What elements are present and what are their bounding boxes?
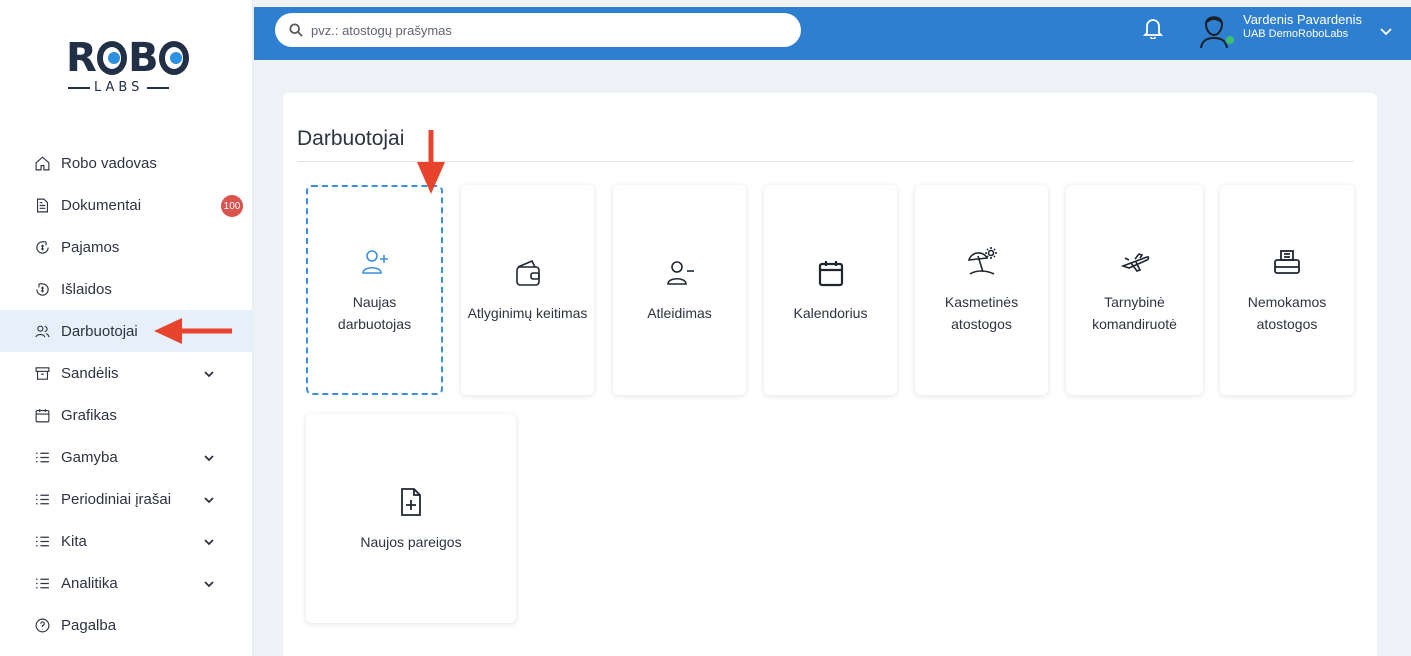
sidebar-item-label: Robo vadovas xyxy=(61,154,157,172)
tile-label: Kasmetinės atostogos xyxy=(944,294,1019,332)
annotation-arrow-left xyxy=(154,318,232,344)
user-name[interactable]: Vardenis Pavardenis xyxy=(1243,12,1362,27)
top-bar: Vardenis Pavardenis UAB DemoRoboLabs xyxy=(254,0,1411,60)
page-title: Darbuotojai xyxy=(297,127,405,150)
list-icon xyxy=(33,532,51,550)
tile-label: Nemokamos atostogos xyxy=(1247,294,1327,332)
calendar-icon xyxy=(814,256,848,290)
search-box[interactable] xyxy=(275,13,801,47)
beach-umbrella-icon xyxy=(965,245,999,279)
sidebar-nav: Robo vadovas Dokumentai 100 Pajamos Išla… xyxy=(0,142,253,646)
chevron-down-icon[interactable] xyxy=(203,451,215,463)
user-company[interactable]: UAB DemoRoboLabs xyxy=(1243,28,1348,41)
home-icon xyxy=(33,154,51,172)
sidebar-item-label: Grafikas xyxy=(61,406,117,424)
user-plus-icon xyxy=(358,245,392,279)
tile-unpaid-leave[interactable]: Nemokamos atostogos xyxy=(1220,185,1354,395)
search-icon xyxy=(289,23,303,37)
tile-label: Atleidimas xyxy=(647,305,712,321)
sidebar-item-analitika[interactable]: Analitika xyxy=(0,562,253,604)
expenses-icon xyxy=(33,280,51,298)
tile-label: Tarnybinė komandiruotė xyxy=(1092,294,1177,332)
sidebar-item-label: Kita xyxy=(61,532,87,550)
list-icon xyxy=(33,574,51,592)
tile-calendar[interactable]: Kalendorius xyxy=(764,185,897,395)
online-status-indicator xyxy=(1225,35,1235,45)
chevron-down-icon[interactable] xyxy=(203,577,215,589)
user-minus-icon xyxy=(663,256,697,290)
sidebar: RB LABS Robo vadovas Dokumentai 100 Paja… xyxy=(0,0,253,656)
sidebar-item-label: Sandėlis xyxy=(61,364,119,382)
annotation-arrow-down xyxy=(417,130,445,194)
sidebar-item-label: Darbuotojai xyxy=(61,322,138,340)
sidebar-item-dokumentai[interactable]: Dokumentai 100 xyxy=(0,184,253,226)
sidebar-item-periodiniai-irasai[interactable]: Periodiniai įrašai xyxy=(0,478,253,520)
sidebar-item-label: Dokumentai xyxy=(61,196,142,214)
income-icon xyxy=(33,238,51,256)
sidebar-item-sandelis[interactable]: Sandėlis xyxy=(0,352,253,394)
sidebar-item-pajamos[interactable]: Pajamos xyxy=(0,226,253,268)
tile-new-position[interactable]: Naujos pareigos xyxy=(306,414,516,623)
robo-labs-logo[interactable]: RB LABS xyxy=(66,38,190,100)
chevron-down-icon[interactable] xyxy=(203,493,215,505)
sidebar-item-label: Periodiniai įrašai xyxy=(61,490,172,508)
sidebar-item-label: Pajamos xyxy=(61,238,120,256)
user-avatar[interactable] xyxy=(1197,10,1231,50)
tile-label: Kalendorius xyxy=(793,305,868,321)
file-plus-icon xyxy=(394,485,428,519)
sidebar-item-label: Išlaidos xyxy=(61,280,112,298)
sidebar-item-kita[interactable]: Kita xyxy=(0,520,253,562)
chevron-down-icon[interactable] xyxy=(203,367,215,379)
wallet-icon xyxy=(511,256,545,290)
tile-salary-change[interactable]: Atlyginimų keitimas xyxy=(461,185,594,395)
chevron-down-icon[interactable] xyxy=(203,535,215,547)
sidebar-item-islaidos[interactable]: Išlaidos xyxy=(0,268,253,310)
sidebar-item-grafikas[interactable]: Grafikas xyxy=(0,394,253,436)
sidebar-item-robo-vadovas[interactable]: Robo vadovas xyxy=(0,142,253,184)
sidebar-item-label: Analitika xyxy=(61,574,118,592)
documents-count-badge: 100 xyxy=(221,195,243,217)
warehouse-icon xyxy=(33,364,51,382)
tile-business-trip[interactable]: Tarnybinė komandiruotė xyxy=(1066,185,1203,395)
sidebar-item-gamyba[interactable]: Gamyba xyxy=(0,436,253,478)
tile-new-employee[interactable]: Naujas darbuotojas xyxy=(306,185,443,395)
sidebar-item-label: Gamyba xyxy=(61,448,118,466)
list-icon xyxy=(33,448,51,466)
help-icon xyxy=(33,616,51,634)
sidebar-item-pagalba[interactable]: Pagalba xyxy=(0,604,253,646)
tile-label: Atlyginimų keitimas xyxy=(467,305,588,321)
tile-label: Naujos pareigos xyxy=(360,533,462,550)
chevron-down-icon[interactable] xyxy=(1380,24,1392,36)
tile-label: Naujas darbuotojas xyxy=(337,294,412,332)
title-divider xyxy=(297,161,1354,162)
notifications-bell-icon[interactable] xyxy=(1142,17,1164,40)
list-icon xyxy=(33,490,51,508)
sidebar-item-label: Pagalba xyxy=(61,616,117,634)
search-input[interactable] xyxy=(311,22,771,38)
calendar-icon xyxy=(33,406,51,424)
document-icon xyxy=(33,196,51,214)
users-icon xyxy=(33,322,51,340)
tile-annual-leave[interactable]: Kasmetinės atostogos xyxy=(915,185,1048,395)
airplane-icon xyxy=(1118,245,1152,279)
tile-dismissal[interactable]: Atleidimas xyxy=(613,185,746,395)
cash-register-icon xyxy=(1270,245,1304,279)
